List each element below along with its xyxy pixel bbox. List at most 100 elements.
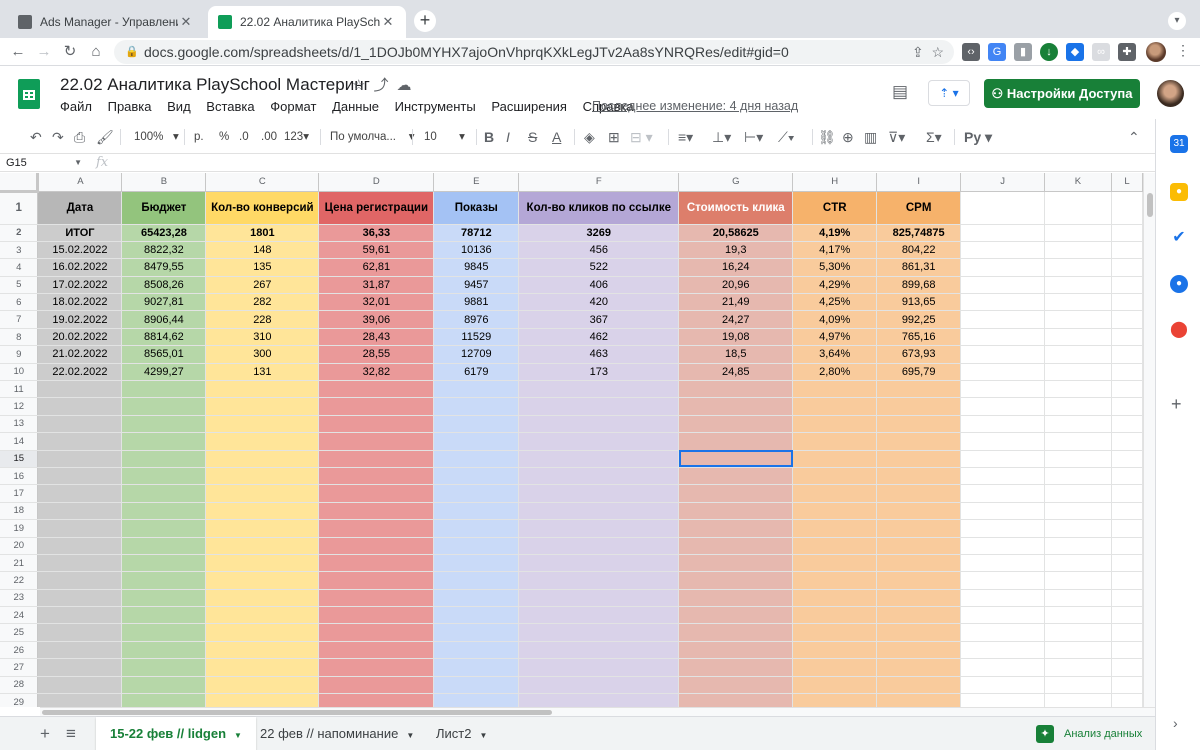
cell[interactable]	[205, 484, 320, 503]
cell[interactable]	[1111, 345, 1143, 364]
cell[interactable]	[1044, 606, 1112, 625]
insert-chart-icon[interactable]: ▥	[864, 124, 877, 150]
cell[interactable]	[792, 537, 878, 555]
cell[interactable]	[1044, 571, 1112, 590]
cell[interactable]	[37, 450, 123, 468]
cell[interactable]	[792, 432, 878, 451]
cell[interactable]	[37, 432, 123, 451]
cell[interactable]	[205, 589, 320, 608]
column-header[interactable]: L	[1111, 173, 1143, 192]
get-addons-plus-icon[interactable]: +	[1171, 394, 1182, 415]
cell[interactable]	[1111, 293, 1143, 312]
cell[interactable]	[960, 554, 1046, 573]
row-header[interactable]: 26	[0, 641, 39, 660]
extensions-puzzle-icon[interactable]: ✚	[1118, 43, 1136, 61]
cell[interactable]	[678, 537, 794, 555]
column-header[interactable]: H	[792, 173, 878, 192]
cell[interactable]	[433, 641, 520, 660]
cell[interactable]	[876, 380, 962, 399]
row-header[interactable]: 28	[0, 676, 39, 695]
cell[interactable]	[1044, 623, 1112, 642]
cell[interactable]: 456	[518, 241, 680, 260]
cell[interactable]	[1044, 293, 1112, 312]
cell[interactable]	[678, 606, 794, 625]
row-header[interactable]: 13	[0, 415, 39, 434]
cell[interactable]	[1111, 432, 1143, 451]
cell[interactable]	[876, 502, 962, 521]
cell[interactable]	[960, 224, 1046, 242]
cell[interactable]	[1111, 380, 1143, 399]
cell[interactable]	[1111, 502, 1143, 521]
document-title[interactable]: 22.02 Аналитика PlaySchool Мастеринг	[60, 75, 370, 95]
browser-tab-ads-manager[interactable]: Ads Manager - Управление ре ✕	[8, 6, 204, 38]
cell[interactable]	[1044, 502, 1112, 521]
cell[interactable]	[37, 658, 123, 677]
cell[interactable]: 11529	[433, 328, 520, 347]
font-size-select[interactable]: 10 ▾	[424, 124, 465, 150]
row-header[interactable]: 1	[0, 191, 39, 225]
cell[interactable]: Кол-во конверсий	[205, 191, 320, 225]
cell[interactable]: 673,93	[876, 345, 962, 364]
cell[interactable]: 861,31	[876, 258, 962, 277]
cell[interactable]: 420	[518, 293, 680, 312]
cell[interactable]: 8479,55	[121, 258, 207, 277]
cell[interactable]: 4,25%	[792, 293, 878, 312]
cell[interactable]	[1111, 589, 1143, 608]
merge-cells-icon[interactable]: ⊟ ▾	[630, 124, 653, 150]
cell[interactable]: 21.02.2022	[37, 345, 123, 364]
star-move-cloud-icons[interactable]: ☆⤴☁	[352, 74, 419, 95]
borders-icon[interactable]: ⊞	[608, 124, 620, 150]
cell[interactable]	[1044, 241, 1112, 260]
cell[interactable]	[960, 241, 1046, 260]
cell[interactable]: 8822,32	[121, 241, 207, 260]
calendar-icon[interactable]: 31	[1170, 135, 1188, 153]
cell[interactable]	[518, 606, 680, 625]
cell[interactable]: 24,27	[678, 310, 794, 329]
cell[interactable]	[37, 380, 123, 399]
extension-link-icon[interactable]: ∞	[1092, 43, 1110, 61]
name-box[interactable]: G15 ▼	[6, 154, 86, 172]
cell[interactable]	[518, 519, 680, 538]
cell[interactable]	[37, 467, 123, 486]
cell[interactable]	[433, 693, 520, 707]
bookmark-star-icon[interactable]: ⇪ ☆	[912, 40, 944, 64]
cell[interactable]	[1111, 519, 1143, 538]
cell[interactable]	[37, 519, 123, 538]
account-avatar[interactable]	[1157, 80, 1184, 107]
cell[interactable]	[205, 693, 320, 707]
cell[interactable]	[205, 676, 320, 695]
cell[interactable]	[1111, 258, 1143, 277]
cell[interactable]	[678, 554, 794, 573]
row-header[interactable]: 19	[0, 519, 39, 538]
cell[interactable]: 20,96	[678, 276, 794, 295]
cell[interactable]: 59,61	[318, 241, 435, 260]
cell[interactable]	[678, 641, 794, 660]
cell[interactable]	[205, 432, 320, 451]
cell[interactable]: 6179	[433, 363, 520, 382]
cell[interactable]	[876, 676, 962, 695]
cell[interactable]	[876, 554, 962, 573]
row-header[interactable]: 12	[0, 397, 39, 416]
cell[interactable]	[433, 484, 520, 503]
reload-icon[interactable]: ↻	[60, 42, 80, 62]
maps-pin-icon[interactable]: ⬤	[1170, 321, 1188, 339]
tasks-icon[interactable]: ✔	[1170, 229, 1188, 247]
cell[interactable]	[518, 589, 680, 608]
cell[interactable]	[37, 589, 123, 608]
cell[interactable]	[121, 693, 207, 707]
cell[interactable]	[1111, 623, 1143, 642]
cell[interactable]: 21,49	[678, 293, 794, 312]
cell[interactable]	[205, 502, 320, 521]
menu-data[interactable]: Данные	[332, 99, 379, 114]
browser-tab-sheets[interactable]: 22.02 Аналитика PlaySchool М ✕	[208, 6, 406, 38]
cell[interactable]: ИТОГ	[37, 224, 123, 242]
cell[interactable]	[792, 554, 878, 573]
menu-insert[interactable]: Вставка	[206, 99, 254, 114]
cell[interactable]: 19,08	[678, 328, 794, 347]
cell[interactable]: 406	[518, 276, 680, 295]
cell[interactable]	[37, 397, 123, 416]
cell[interactable]: 282	[205, 293, 320, 312]
cell[interactable]: 32,01	[318, 293, 435, 312]
cell[interactable]	[960, 363, 1046, 382]
cell[interactable]: 4,97%	[792, 328, 878, 347]
